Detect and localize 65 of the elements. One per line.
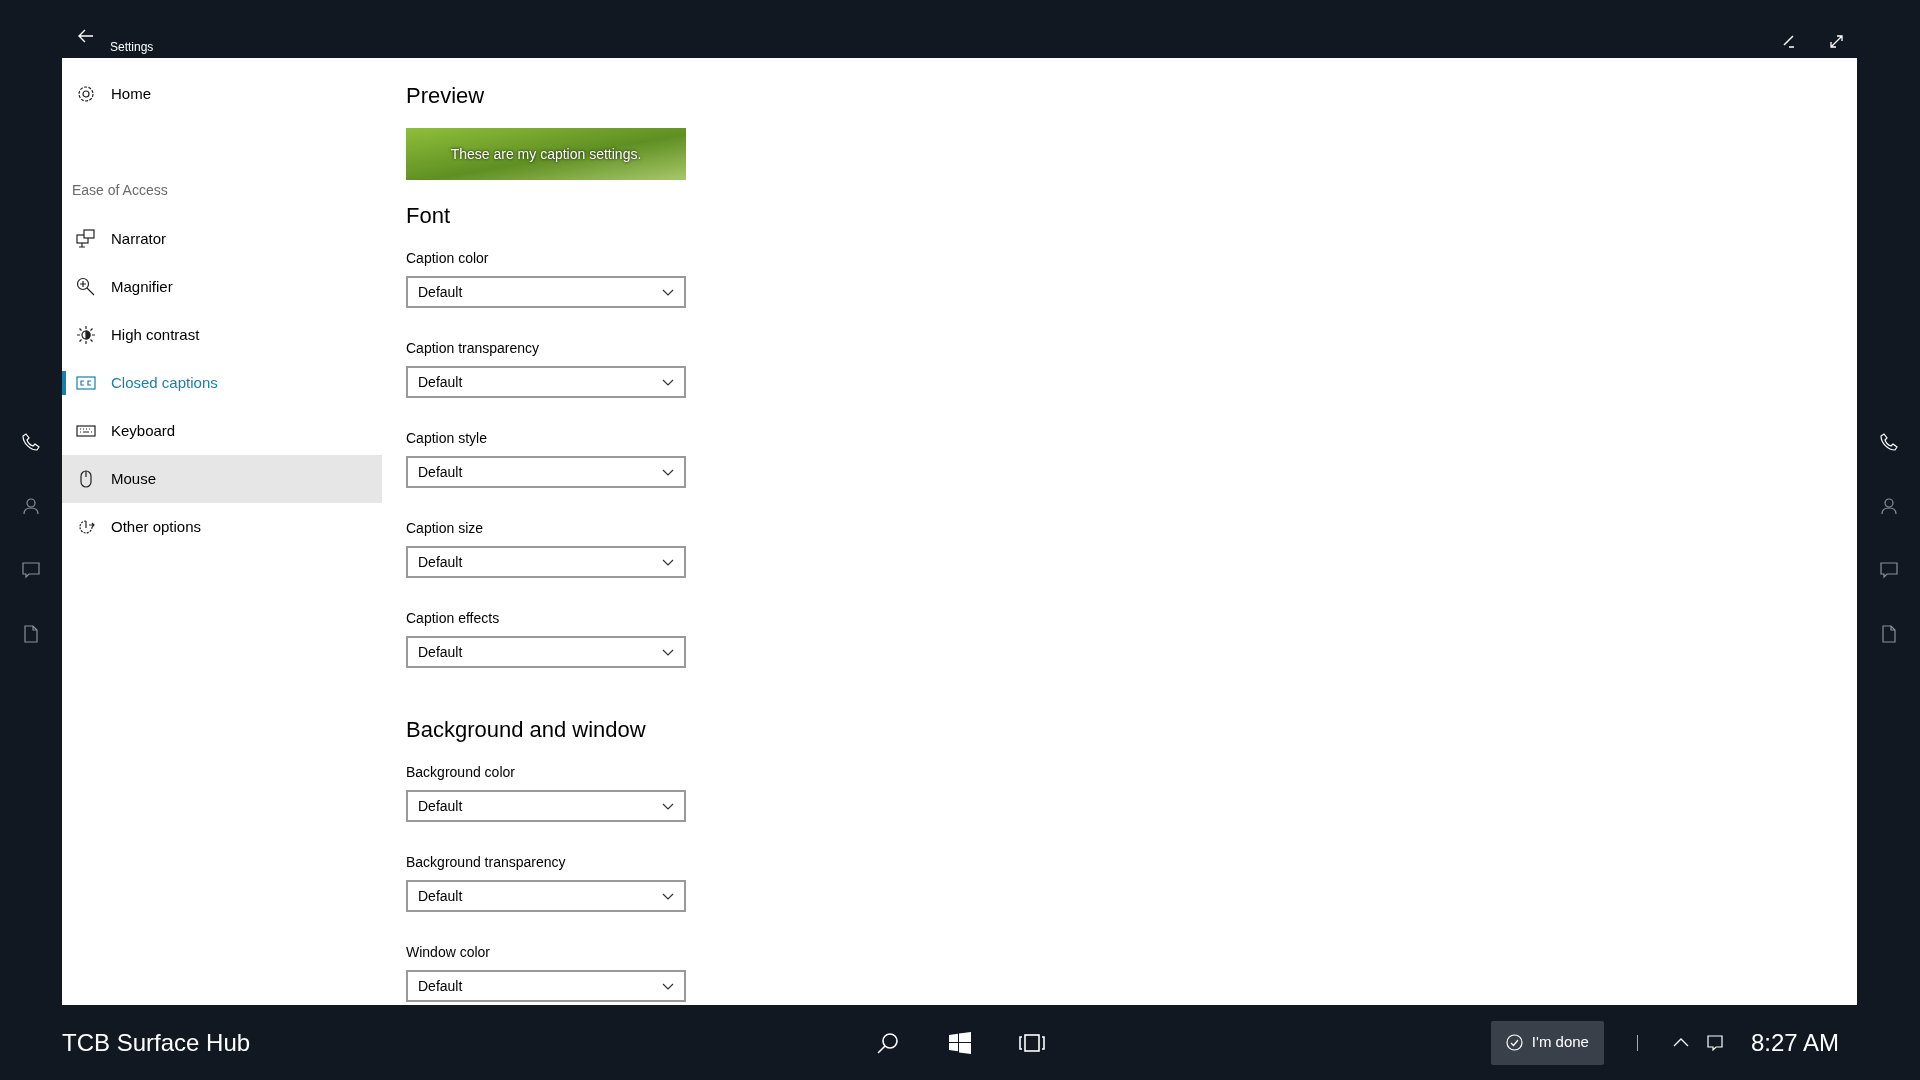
expand-icon [1829,34,1843,48]
document-icon [22,625,40,643]
field-label: Caption effects [406,609,501,628]
sidebar-item[interactable]: Mouse [62,455,382,503]
task-view-icon [1019,1034,1045,1052]
caption-preview-text: These are my caption settings. [450,144,642,164]
chevron-down-icon [662,558,674,566]
phone-icon [1879,433,1898,451]
windows-logo-icon [949,1032,971,1054]
chat-icon [1879,561,1898,579]
message-icon [1706,1034,1723,1051]
pen-icon [1783,34,1797,48]
dropdown[interactable]: Default [406,636,686,668]
person-icon [22,497,40,515]
cc-icon [76,373,96,393]
clock: 8:27 AM [1750,1027,1839,1058]
field-label: Caption size [406,519,485,538]
phone-icon [22,433,40,451]
section-title: Background and window [406,716,647,744]
sidebar-item[interactable]: High contrast [62,311,382,359]
sidebar-item[interactable]: Closed captions [62,359,382,407]
field-label: Background color [406,763,516,782]
notification-button[interactable] [1704,1032,1725,1053]
chevron-down-icon [662,288,674,296]
chat-icon [22,561,40,579]
sidebar-item[interactable]: Narrator [62,215,382,263]
chevron-up-icon [1672,1038,1689,1047]
sun-icon [76,325,96,345]
chevron-down-icon [662,378,674,386]
dropdown[interactable]: Default [406,456,686,488]
dropdown[interactable]: Default [406,276,686,308]
field-label: Caption transparency [406,339,541,358]
dropdown[interactable]: Default [406,880,686,912]
back-arrow-icon [78,29,94,43]
dropdown[interactable]: Default [406,366,686,398]
chevron-down-icon [662,468,674,476]
chevron-down-icon [662,982,674,990]
window-title: Settings [110,39,154,56]
sidebar-item[interactable]: Other options [62,503,382,551]
clock-arrow-icon [76,517,96,537]
field-label: Background transparency [406,853,567,872]
field-label: Caption color [406,249,490,268]
field-label: Caption style [406,429,488,448]
sidebar-item[interactable]: Keyboard [62,407,382,455]
document-icon [1879,625,1898,643]
sidebar-item[interactable]: Magnifier [62,263,382,311]
preview-heading: Preview [406,82,486,110]
gear-icon [76,84,96,104]
dropdown[interactable]: Default [406,546,686,578]
chevron-down-icon [662,802,674,810]
section-title: Font [406,202,452,230]
dropdown[interactable]: Default [406,970,686,1002]
magnifier-icon [76,277,96,297]
person-icon [1879,497,1898,515]
chevron-down-icon [662,648,674,656]
home-link[interactable]: Home [62,70,382,118]
chevron-down-icon [662,892,674,900]
check-circle-icon [1505,1034,1523,1051]
search-icon [876,1031,900,1055]
field-label: Window color [406,943,492,962]
dropdown[interactable]: Default [406,790,686,822]
device-name: TCB Surface Hub [62,1027,251,1058]
monitor-chat-icon [76,229,96,249]
im-done-button[interactable]: I'm done [1490,1020,1604,1065]
section-heading: Ease of Access [71,181,169,200]
